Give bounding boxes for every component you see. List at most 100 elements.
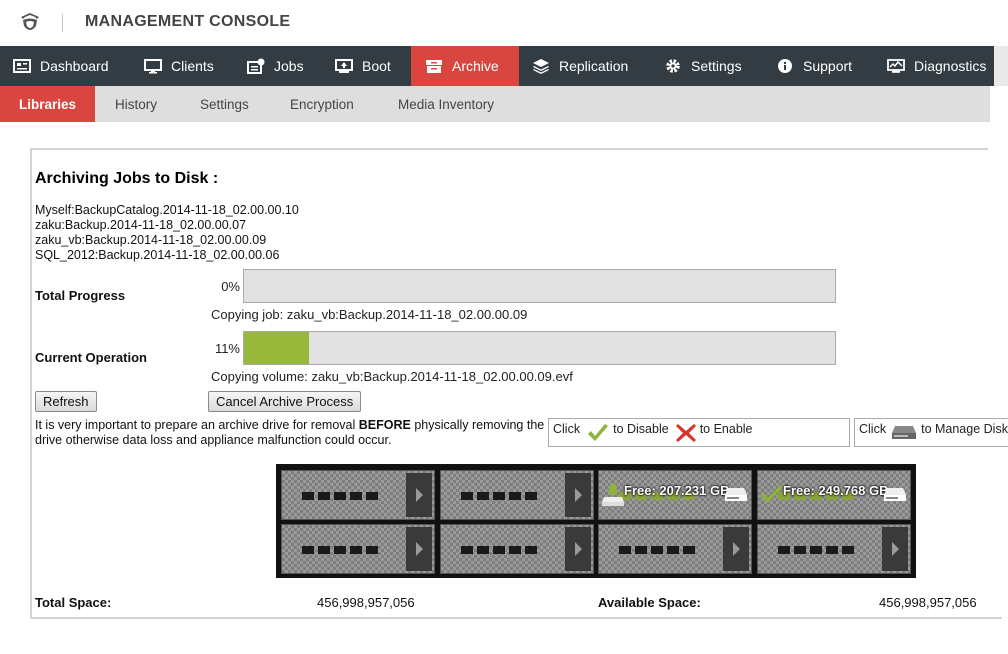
disk-slot-empty[interactable] [281,470,435,520]
nav-boot[interactable]: Boot [320,46,408,86]
nav-replication[interactable]: Replication [522,46,648,86]
checkmark-icon [588,424,609,441]
disk-free-space: Free: 249.768 GB [783,483,889,498]
disk-slot-empty[interactable] [440,470,594,520]
nav-diagnostics-label: Diagnostics [914,58,987,74]
app-title: MANAGEMENT CONSOLE [85,13,291,30]
disk-slot-empty[interactable] [440,524,594,574]
notice-emphasis: BEFORE [358,418,411,432]
dashboard-icon [13,58,31,74]
app-header: MANAGEMENT CONSOLE [0,0,1008,46]
layers-icon [532,58,550,74]
slot-arrow-icon[interactable] [406,473,432,517]
cancel-archive-button[interactable]: Cancel Archive Process [208,391,362,412]
refresh-button[interactable]: Refresh [35,391,97,412]
slot-pattern [778,546,854,554]
available-space-value: 456,998,957,056 [879,595,977,610]
job-line: zaku:Backup.2014-11-18_02.00.00.07 [35,218,247,232]
red-x-icon [675,424,696,442]
nav-settings-label: Settings [691,58,742,74]
nav-jobs[interactable]: Jobs [232,46,318,86]
nav-scrollbar[interactable] [994,46,1008,86]
job-line: zaku_vb:Backup.2014-11-18_02.00.00.09 [35,233,267,247]
slot-pattern [461,492,537,500]
current-operation-bar [243,331,836,365]
shield-logo-icon [21,13,39,30]
current-operation-fill [244,332,309,364]
boot-icon [335,58,353,74]
slot-arrow-icon[interactable] [565,473,591,517]
nav-support-label: Support [803,58,853,74]
legend-click-text: Click [553,422,581,436]
nav-archive[interactable]: Archive [411,46,519,86]
legend-manage-text: to Manage Disk [921,422,1008,436]
info-icon [776,58,794,74]
total-progress-bar [243,269,836,303]
nav-clients-label: Clients [171,58,214,74]
panel-border-top [30,148,988,150]
disk-grid: Free: 207.231 GB Free: 249.768 GB [276,464,916,578]
slot-arrow-icon[interactable] [882,527,908,571]
subtab-libraries[interactable]: Libraries [0,86,95,122]
slot-arrow-icon[interactable] [406,527,432,571]
section-title: Archiving Jobs to Disk : [35,170,219,187]
nav-diagnostics[interactable]: Diagnostics [874,46,994,86]
slot-pattern [302,546,378,554]
drive-insert-icon[interactable] [601,483,625,507]
nav-support[interactable]: Support [764,46,870,86]
manage-drive-icon[interactable] [884,486,906,502]
job-line: SQL_2012:Backup.2014-11-18_02.00.00.06 [35,248,280,262]
gear-icon [664,58,682,74]
subtab-history[interactable]: History [115,86,157,122]
legend-disable-text: to Disable [613,422,669,436]
header-divider [62,14,63,32]
current-operation-caption: Copying volume: zaku_vb:Backup.2014-11-1… [211,369,573,384]
total-progress-caption: Copying job: zaku_vb:Backup.2014-11-18_0… [211,307,528,322]
manage-drive-icon[interactable] [725,486,747,502]
total-progress-percent: 0% [221,279,240,294]
nav-archive-label: Archive [452,58,499,74]
nav-clients[interactable]: Clients [130,46,230,86]
disk-slot-enabled[interactable]: Free: 249.768 GB [757,470,911,520]
nav-boot-label: Boot [362,58,391,74]
total-space-label: Total Space: [35,595,112,610]
diagnostics-icon [887,58,905,74]
drive-icon [892,426,917,439]
jobs-icon [247,58,265,74]
slot-pattern [619,546,695,554]
removal-notice: It is very important to prepare an archi… [35,418,547,448]
sub-nav: Libraries History Settings Encryption Me… [0,86,990,122]
panel-border-bottom [30,617,1002,619]
slot-pattern [302,492,378,500]
disk-slot-empty[interactable] [281,524,435,574]
subtab-encryption[interactable]: Encryption [290,86,354,122]
legend-manage-click-text: Click [859,422,887,436]
monitor-icon [144,58,162,74]
enable-disable-legend: Click to Disable to Enable [548,418,850,447]
disk-slot-disabled[interactable]: Free: 207.231 GB [598,470,752,520]
subtab-settings[interactable]: Settings [200,86,249,122]
panel-border-left [30,148,32,619]
nav-dashboard-label: Dashboard [40,58,109,74]
nav-settings[interactable]: Settings [652,46,762,86]
slot-arrow-icon[interactable] [565,527,591,571]
nav-dashboard[interactable]: Dashboard [0,46,127,86]
available-space-label: Available Space: [598,595,701,610]
current-operation-label: Current Operation [35,350,147,365]
archive-icon [425,58,443,74]
checkmark-icon[interactable] [760,483,784,507]
total-progress-label: Total Progress [35,288,126,303]
nav-jobs-label: Jobs [274,58,304,74]
slot-arrow-icon[interactable] [723,527,749,571]
manage-disk-legend: Click to Manage Disk [854,418,1008,447]
main-nav: Dashboard Clients Jobs Boot Archive Repl… [0,46,994,86]
disk-slot-empty[interactable] [598,524,752,574]
disk-free-space: Free: 207.231 GB [624,483,730,498]
disk-slot-empty[interactable] [757,524,911,574]
job-line: Myself:BackupCatalog.2014-11-18_02.00.00… [35,203,299,217]
subtab-media-inventory[interactable]: Media Inventory [398,86,494,122]
current-operation-percent: 11% [214,341,240,356]
notice-text: It is very important to prepare an archi… [35,418,359,432]
slot-pattern [461,546,537,554]
total-space-value: 456,998,957,056 [317,595,415,610]
